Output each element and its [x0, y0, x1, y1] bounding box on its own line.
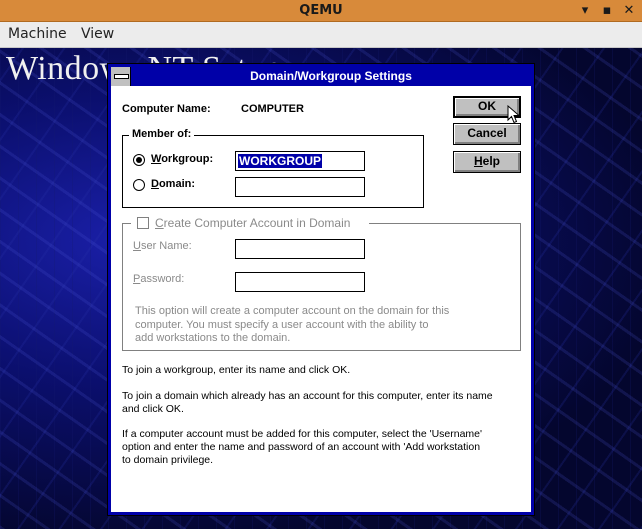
system-menu-icon[interactable] — [111, 67, 131, 86]
minimize-icon[interactable]: ▾ — [576, 2, 594, 20]
create-account-label: Create Computer Account in Domain — [155, 216, 351, 230]
help-text-account-line-3: to domain privilege. — [122, 454, 214, 466]
computer-name-value: COMPUTER — [241, 103, 304, 115]
username-input[interactable] — [235, 239, 365, 259]
workgroup-label: Workgroup: — [151, 153, 214, 165]
computer-name-label: Computer Name: — [122, 103, 211, 115]
help-text-domain-line-1: To join a domain which already has an ac… — [122, 390, 493, 402]
password-input[interactable] — [235, 272, 365, 292]
password-label: Password: — [133, 273, 185, 285]
close-icon[interactable]: ✕ — [620, 2, 638, 20]
domain-workgroup-dialog: Domain/Workgroup Settings Computer Name:… — [108, 64, 534, 515]
username-label: User Name: — [133, 240, 192, 252]
workgroup-input[interactable]: WORKGROUP — [235, 151, 365, 171]
create-account-note-line-2: computer. You must specify a user accoun… — [135, 319, 429, 331]
domain-label: Domain: — [151, 178, 196, 190]
menu-machine[interactable]: Machine — [8, 26, 67, 42]
menu-view[interactable]: View — [81, 26, 114, 42]
maximize-icon[interactable]: ▪ — [598, 2, 616, 20]
dialog-titlebar: Domain/Workgroup Settings — [111, 67, 531, 86]
help-button[interactable]: Help — [453, 151, 521, 173]
host-titlebar: QEMU ▾ ▪ ✕ — [0, 0, 642, 22]
workgroup-radio[interactable] — [133, 154, 145, 166]
domain-radio[interactable] — [133, 179, 145, 191]
cancel-button[interactable]: Cancel — [453, 123, 521, 145]
help-text-workgroup: To join a workgroup, enter its name and … — [122, 364, 351, 376]
host-menubar: Machine View — [0, 22, 642, 48]
help-text-account-line-1: If a computer account must be added for … — [122, 428, 483, 440]
mouse-cursor-icon — [507, 105, 521, 124]
help-text-domain-line-2: and click OK. — [122, 403, 184, 415]
create-account-checkbox[interactable] — [137, 217, 149, 229]
host-window-title: QEMU — [299, 3, 343, 18]
member-of-group: Member of: — [122, 128, 424, 208]
domain-input[interactable] — [235, 177, 365, 197]
dialog-title: Domain/Workgroup Settings — [250, 69, 412, 83]
create-account-note-line-1: This option will create a computer accou… — [135, 305, 450, 317]
help-text-account-line-2: option and enter the name and password o… — [122, 441, 481, 453]
create-account-note-line-3: add workstations to the domain. — [135, 332, 291, 344]
member-of-caption: Member of: — [129, 128, 195, 140]
